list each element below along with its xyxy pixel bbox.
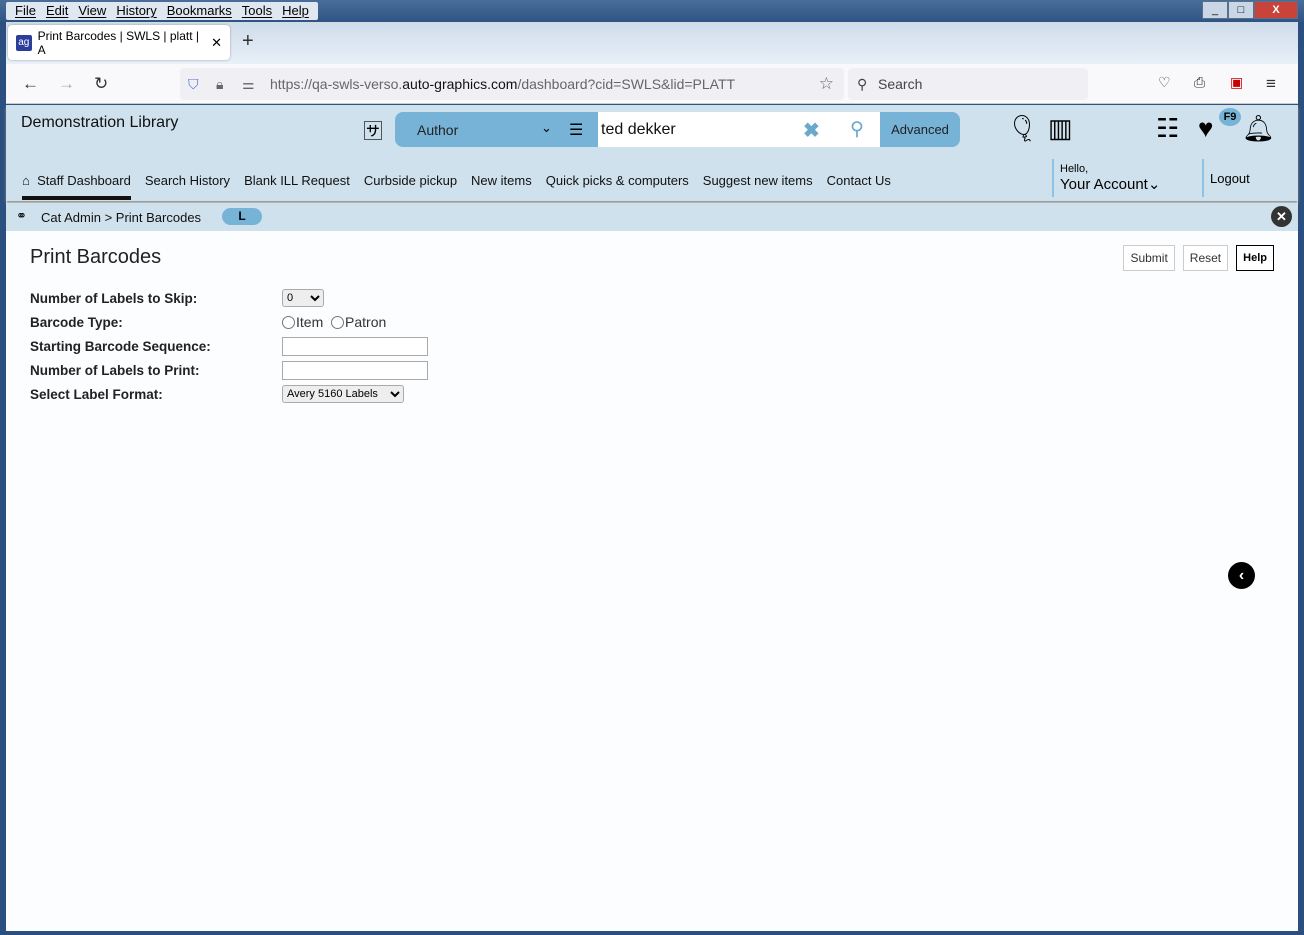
nav-quick-picks[interactable]: Quick picks & computers [546,173,689,200]
nav-search-history[interactable]: Search History [145,173,230,200]
skip-label: Number of Labels to Skip: [30,290,198,306]
account-menu[interactable]: Hello, Your Account⌄ [1052,159,1160,197]
url-suffix: /dashboard?cid=SWLS&lid=PLATT [517,76,736,92]
browser-navbar: ← → ↻ ⛉ 🔒︎ ⚌ https://qa-swls-verso.auto-… [6,64,1298,104]
print-barcodes-form: Number of Labels to Skip: 0 Barcode Type… [30,286,428,406]
breadcrumb-text[interactable]: Cat Admin > Print Barcodes [41,210,201,225]
extension-icon[interactable]: ▣ [1230,74,1243,91]
count-label: Number of Labels to Print: [30,362,200,378]
logout-link[interactable]: Logout [1202,159,1250,197]
link-icon: ⚭ [16,208,27,223]
window-titlebar: File Edit View History Bookmarks Tools H… [0,0,1304,22]
favorites-badge: F9 [1219,108,1241,126]
library-name: Demonstration Library [21,114,179,131]
reset-button[interactable]: Reset [1182,245,1229,271]
item-radio[interactable] [282,315,295,329]
browser-tab[interactable]: ag Print Barcodes | SWLS | platt | A ✕ [8,25,230,60]
home-icon: ⌂ [22,173,30,188]
menu-view[interactable]: View [73,2,111,20]
database-icon[interactable]: ☰ [569,120,583,140]
main-nav: ⌂ Staff Dashboard Search History Blank I… [22,173,891,200]
menu-bookmarks[interactable]: Bookmarks [162,2,237,20]
url-bar[interactable]: ⛉ 🔒︎ ⚌ https://qa-swls-verso.auto-graphi… [180,68,844,100]
nav-curbside-pickup[interactable]: Curbside pickup [364,173,457,200]
search-bar: Author ⌄ ☰ ✖ ⚲ Advanced [395,112,960,147]
advanced-search-button[interactable]: Advanced [880,112,960,147]
url-prefix: https://qa-swls-verso. [270,76,403,92]
forward-icon[interactable]: → [58,74,75,94]
language-icon[interactable]: 🈂︎ [363,115,383,144]
nav-suggest-new-items[interactable]: Suggest new items [703,173,813,200]
maximize-button[interactable]: □ [1228,1,1254,19]
back-icon[interactable]: ← [22,74,39,94]
url-domain: auto-graphics.com [402,76,518,92]
clear-search-icon[interactable]: ✖ [803,118,820,143]
nav-contact-us[interactable]: Contact Us [827,173,891,200]
chevron-down-icon: ⌄ [1147,176,1161,193]
balloon-icon[interactable]: 🎈︎ [1006,113,1039,144]
menu-help[interactable]: Help [277,2,314,20]
chevron-left-icon[interactable]: ‹ [1228,562,1255,589]
close-window-button[interactable]: X [1254,1,1298,19]
patron-radio[interactable] [331,315,345,329]
shield-icon: ⛉ [188,76,199,92]
menu-bar: File Edit View History Bookmarks Tools H… [6,2,318,20]
nav-blank-ill-request[interactable]: Blank ILL Request [244,173,350,200]
tab-strip: ag Print Barcodes | SWLS | platt | A ✕ + [6,22,1298,64]
print-icon[interactable]: ⎙ [1194,74,1205,91]
item-radio-label: Item [296,314,324,330]
heart-icon[interactable]: ♥ [1198,113,1213,144]
hamburger-menu-icon[interactable]: ≡ [1266,74,1276,94]
format-label: Select Label Format: [30,386,163,402]
new-tab-button[interactable]: + [242,30,254,53]
chevron-down-icon[interactable]: ⌄ [541,120,552,136]
account-label: Your Account [1060,176,1148,193]
patron-radio-label: Patron [345,314,387,330]
search-icon: ⚲ [857,76,868,92]
bell-icon[interactable]: 🔔︎ [1242,113,1275,144]
bookmark-star-icon[interactable]: ☆ [819,68,834,100]
skip-select[interactable]: 0 [282,289,324,307]
close-tab-icon[interactable]: ✕ [211,35,222,51]
submit-button[interactable]: Submit [1123,245,1175,271]
search-input[interactable] [598,112,880,147]
list-icon[interactable]: ☷ [1156,113,1179,144]
catalog-search-icon[interactable]: ▥ [1048,113,1073,144]
nav-staff-dashboard[interactable]: ⌂ Staff Dashboard [22,173,131,200]
starting-sequence-input[interactable] [282,336,428,356]
breadcrumb: ⚭ Cat Admin > Print Barcodes L ✕ [6,203,1298,231]
start-label: Starting Barcode Sequence: [30,338,211,354]
help-button[interactable]: Help [1236,245,1274,271]
search-submit-icon[interactable]: ⚲ [850,118,864,141]
type-label: Barcode Type: [30,314,123,330]
search-type-select[interactable]: Author [417,122,458,138]
favicon-icon: ag [16,34,32,51]
hello-text: Hello, [1060,163,1089,175]
nav-new-items[interactable]: New items [471,173,532,200]
menu-history[interactable]: History [111,2,161,20]
lock-icon: 🔒︎ [216,76,224,92]
labels-to-print-input[interactable] [282,360,428,380]
site-header: Demonstration Library 🈂︎ Author ⌄ ☰ ✖ ⚲ … [6,105,1298,201]
label-format-select[interactable]: Avery 5160 Labels [282,385,404,403]
menu-file[interactable]: File [10,2,41,20]
pocket-icon[interactable]: ♡ [1158,74,1171,91]
reload-icon[interactable]: ↻ [94,74,108,94]
permissions-icon: ⚌ [242,76,255,92]
tab-title: Print Barcodes | SWLS | platt | A [37,28,199,57]
close-icon[interactable]: ✕ [1271,206,1292,227]
minimize-button[interactable]: _ [1202,1,1228,19]
search-placeholder: Search [878,76,923,92]
app: Demonstration Library 🈂︎ Author ⌄ ☰ ✖ ⚲ … [6,105,1298,931]
menu-edit[interactable]: Edit [41,2,73,20]
menu-tools[interactable]: Tools [237,2,277,20]
page-title: Print Barcodes [30,246,162,268]
browser-search[interactable]: ⚲ Search [848,68,1088,100]
breadcrumb-pill[interactable]: L [222,208,262,225]
